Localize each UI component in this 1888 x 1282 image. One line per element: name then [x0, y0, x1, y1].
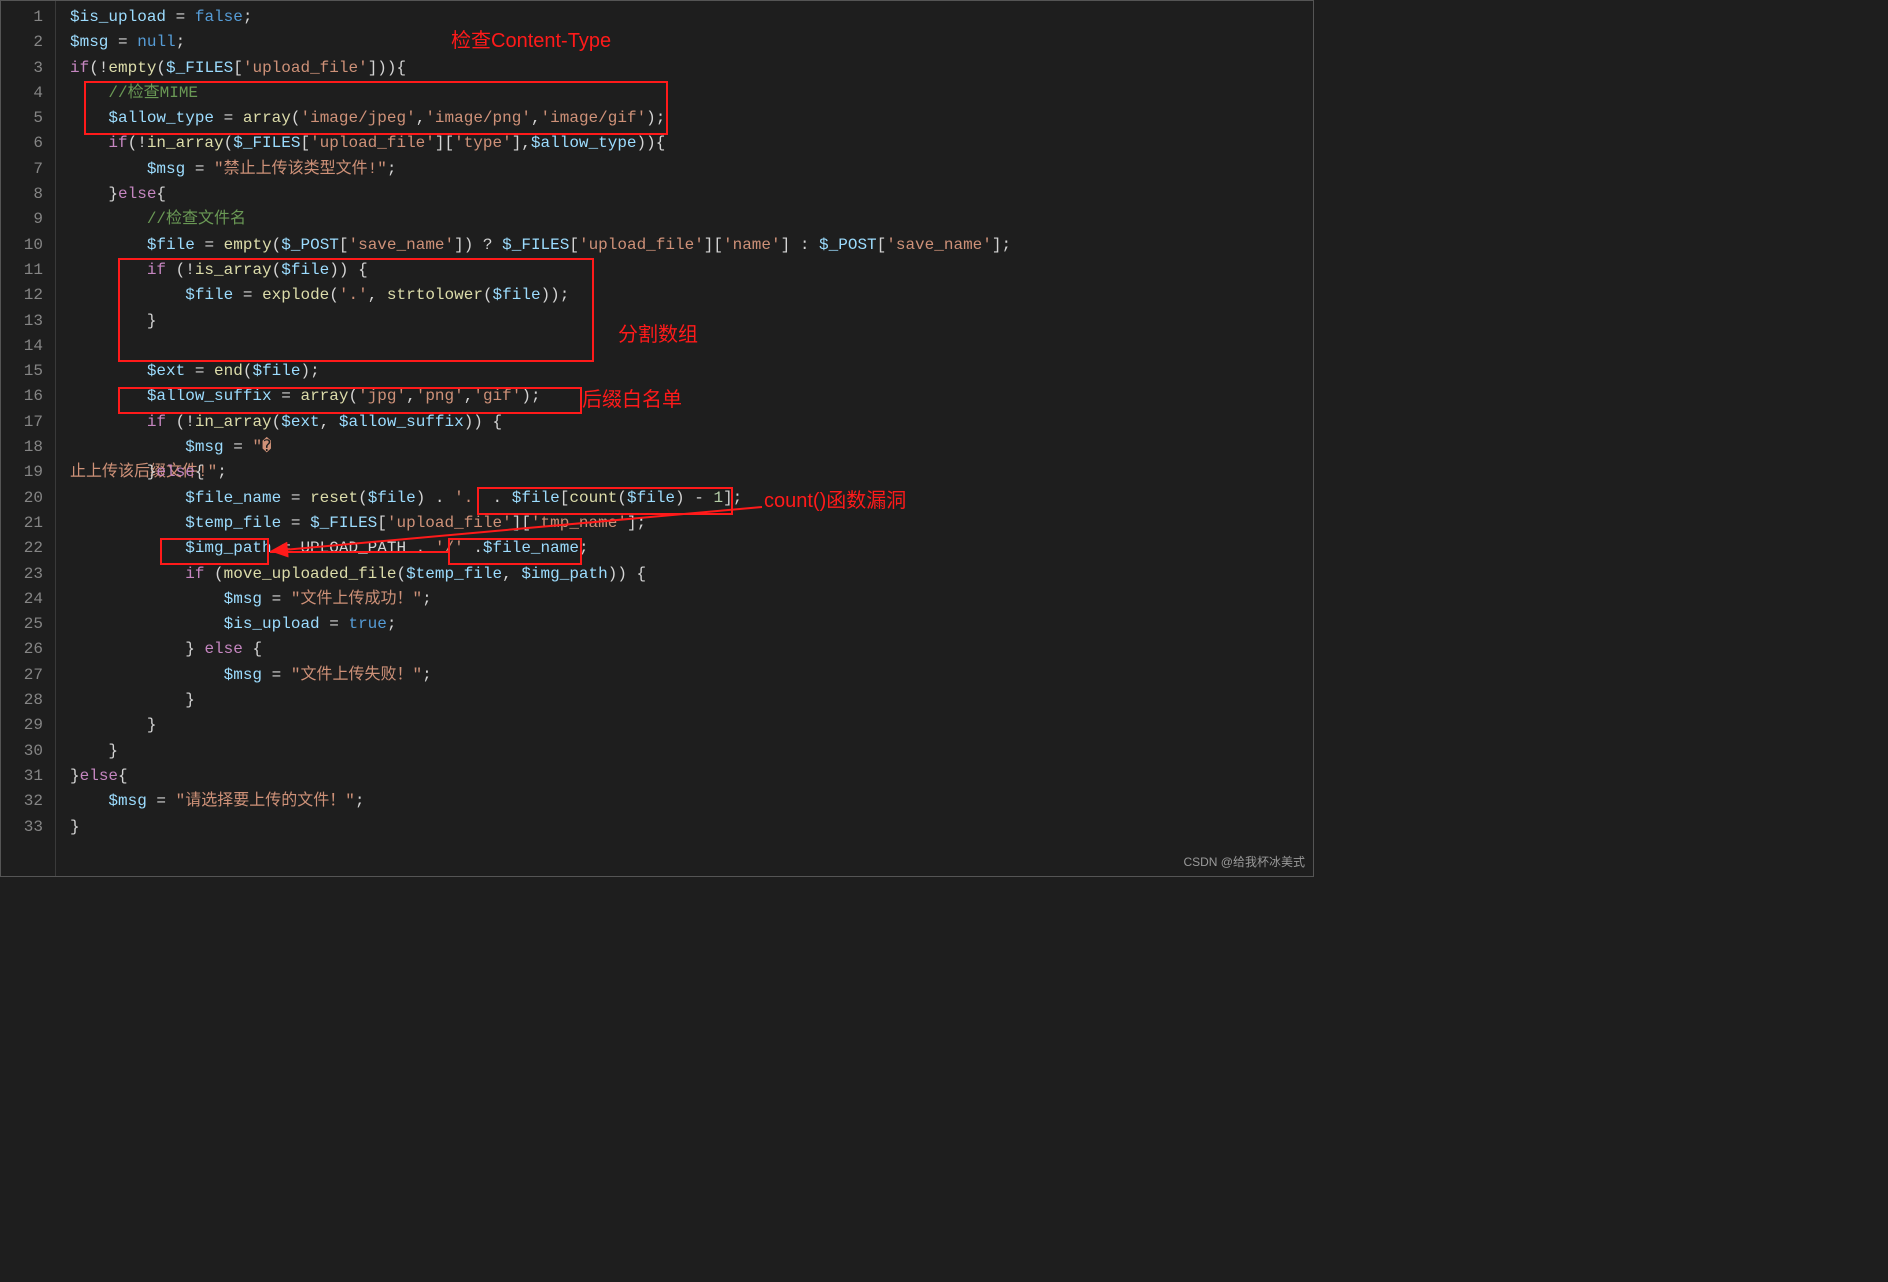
line-number: 17 [1, 410, 43, 435]
code-line: $msg = "禁止上传该类型文件!"; [70, 157, 1313, 182]
code-line: } else { [70, 637, 1313, 662]
code-line: $is_upload = false; [70, 5, 1313, 30]
code-area: $is_upload = false; $msg = null; if(!emp… [56, 1, 1313, 876]
line-number: 12 [1, 283, 43, 308]
code-line: } [70, 713, 1313, 738]
code-line: $ext = end($file); [70, 359, 1313, 384]
line-number: 5 [1, 106, 43, 131]
line-number: 21 [1, 511, 43, 536]
line-number: 1 [1, 5, 43, 30]
line-number: 11 [1, 258, 43, 283]
line-number: 23 [1, 562, 43, 587]
line-number: 13 [1, 309, 43, 334]
line-number: 27 [1, 663, 43, 688]
line-number: 10 [1, 233, 43, 258]
code-line: if (move_uploaded_file($temp_file, $img_… [70, 562, 1313, 587]
code-line: //检查MIME [70, 81, 1313, 106]
line-number: 33 [1, 815, 43, 840]
code-line: $allow_suffix = array('jpg','png','gif')… [70, 384, 1313, 409]
code-line: $temp_file = $_FILES['upload_file']['tmp… [70, 511, 1313, 536]
line-number: 4 [1, 81, 43, 106]
line-number: 16 [1, 384, 43, 409]
annot-strike [270, 551, 448, 553]
line-number: 14 [1, 334, 43, 359]
line-number: 25 [1, 612, 43, 637]
line-number: 9 [1, 207, 43, 232]
line-number: 19 [1, 460, 43, 485]
line-number: 22 [1, 536, 43, 561]
code-line: $allow_type = array('image/jpeg','image/… [70, 106, 1313, 131]
code-line: }else{ [70, 460, 1313, 485]
code-line: //检查文件名 [70, 207, 1313, 232]
code-line: }else{ [70, 764, 1313, 789]
code-line: } [70, 739, 1313, 764]
code-line: }else{ [70, 182, 1313, 207]
line-number: 6 [1, 131, 43, 156]
line-number: 31 [1, 764, 43, 789]
code-line: $img_path = UPLOAD_PATH . '/' .$file_nam… [70, 536, 1313, 561]
watermark: CSDN @给我杯冰美式 [1183, 853, 1305, 870]
code-line: $msg = "文件上传成功！"; [70, 587, 1313, 612]
code-line: if(!empty($_FILES['upload_file'])){ [70, 56, 1313, 81]
code-line: $msg = "� 止上传该后缀文件!"; [70, 435, 1313, 460]
line-number: 28 [1, 688, 43, 713]
code-line: $msg = "请选择要上传的文件！"; [70, 789, 1313, 814]
line-number: 3 [1, 56, 43, 81]
code-line [70, 334, 1313, 359]
code-line: } [70, 815, 1313, 840]
code-line: $msg = null; [70, 30, 1313, 55]
line-number: 32 [1, 789, 43, 814]
code-line: if (!is_array($file)) { [70, 258, 1313, 283]
code-line: $msg = "文件上传失败！"; [70, 663, 1313, 688]
line-number: 29 [1, 713, 43, 738]
code-line: $is_upload = true; [70, 612, 1313, 637]
line-number: 18 [1, 435, 43, 460]
code-line: if(!in_array($_FILES['upload_file']['typ… [70, 131, 1313, 156]
line-number: 30 [1, 739, 43, 764]
code-editor: 1234567891011121314151617181920212223242… [0, 0, 1314, 877]
line-number: 24 [1, 587, 43, 612]
line-number: 20 [1, 486, 43, 511]
code-line: if (!in_array($ext, $allow_suffix)) { [70, 410, 1313, 435]
line-number: 15 [1, 359, 43, 384]
line-number: 8 [1, 182, 43, 207]
code-line: $file_name = reset($file) . '.' . $file[… [70, 486, 1313, 511]
code-line: } [70, 309, 1313, 334]
code-line: } [70, 688, 1313, 713]
code-line: $file = explode('.', strtolower($file)); [70, 283, 1313, 308]
line-number-gutter: 1234567891011121314151617181920212223242… [1, 1, 56, 876]
line-number: 2 [1, 30, 43, 55]
line-number: 26 [1, 637, 43, 662]
line-number: 7 [1, 157, 43, 182]
editor-surface: 1234567891011121314151617181920212223242… [1, 1, 1313, 876]
code-line: $file = empty($_POST['save_name']) ? $_F… [70, 233, 1313, 258]
